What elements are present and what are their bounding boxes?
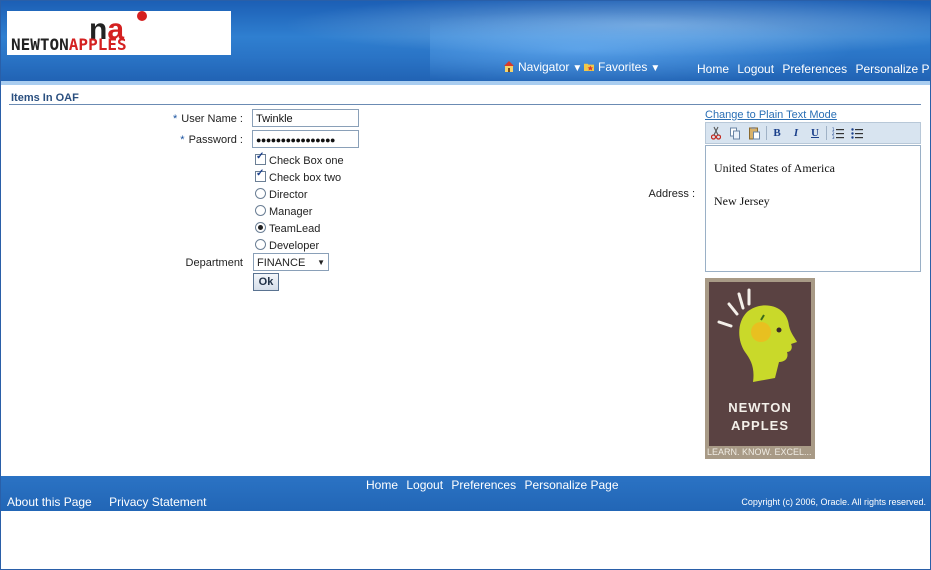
chevron-down-icon: ▼ <box>572 63 583 74</box>
promo-image-panel: NEWTON APPLES <box>709 282 811 446</box>
plain-text-mode-link[interactable]: Change to Plain Text Mode <box>705 109 837 121</box>
radio-selected-icon[interactable] <box>255 222 266 233</box>
address-line-1: United States of America <box>714 161 835 175</box>
personalize-page-link[interactable]: Personalize Page <box>855 62 930 76</box>
radio-icon[interactable] <box>255 188 266 199</box>
underline-button[interactable]: U <box>810 126 820 140</box>
checkbox-two[interactable]: Check box two <box>255 168 341 184</box>
about-this-page-link[interactable]: About this Page <box>7 495 92 509</box>
footer-preferences-link[interactable]: Preferences <box>451 478 516 492</box>
region-title: Items In OAF <box>11 92 79 104</box>
header-divider <box>1 81 930 85</box>
newton-apples-promo-image: NEWTON APPLES LEARN. KNOW. EXCEL... <box>705 278 815 459</box>
head-silhouette-icon <box>717 288 797 382</box>
radio-icon[interactable] <box>255 239 266 250</box>
ok-button[interactable]: Ok <box>253 273 279 291</box>
preferences-link[interactable]: Preferences <box>782 62 847 76</box>
radio-developer[interactable]: Developer <box>255 239 319 252</box>
global-links: Home Logout Preferences Personalize Page <box>697 62 930 76</box>
home-link[interactable]: Home <box>697 62 729 76</box>
department-select[interactable]: FINANCE ▼ <box>253 253 329 271</box>
rich-text-toolbar: B I U 123 <box>705 122 921 144</box>
svg-text:3: 3 <box>832 135 835 140</box>
required-indicator: * <box>180 134 185 146</box>
cut-icon[interactable] <box>711 126 721 140</box>
logo-wordmark: NEWTONAPPLES <box>11 35 127 54</box>
department-value: FINANCE <box>257 257 306 269</box>
brand-logo[interactable]: na NEWTONAPPLES <box>7 11 231 55</box>
promo-tagline: LEARN. KNOW. EXCEL... <box>707 447 812 457</box>
numbered-list-icon[interactable]: 123 <box>832 126 844 140</box>
footer-links: Home Logout Preferences Personalize Page <box>366 478 624 492</box>
privacy-statement-link[interactable]: Privacy Statement <box>109 495 206 509</box>
address-label: Address : <box>648 188 695 200</box>
home-navigator-icon <box>504 61 514 72</box>
region-divider <box>9 104 921 105</box>
footer-logout-link[interactable]: Logout <box>406 478 443 492</box>
chevron-down-icon: ▼ <box>317 258 325 267</box>
username-label: * User Name : <box>172 113 243 125</box>
apple-icon <box>137 11 147 21</box>
promo-title-line-1: NEWTON <box>728 400 792 415</box>
toolbar-separator <box>826 126 827 140</box>
header-banner: na NEWTONAPPLES Navigator ▼ Favorites ▼ Ho… <box>1 1 930 81</box>
paste-icon[interactable] <box>749 126 760 140</box>
italic-button[interactable]: I <box>791 126 801 140</box>
checkbox-checked-icon[interactable] <box>255 168 266 182</box>
radio-icon[interactable] <box>255 205 266 216</box>
logout-link[interactable]: Logout <box>737 62 774 76</box>
footer-personalize-page-link[interactable]: Personalize Page <box>524 478 618 492</box>
favorites-folder-icon <box>584 63 594 72</box>
chevron-down-icon: ▼ <box>650 63 661 74</box>
address-line-2: New Jersey <box>714 194 770 208</box>
required-indicator: * <box>172 113 178 125</box>
copyright-text: Copyright (c) 2006, Oracle. All rights r… <box>741 497 926 507</box>
radio-teamlead[interactable]: TeamLead <box>255 222 320 235</box>
navigator-menu[interactable]: Navigator ▼ <box>504 60 582 74</box>
page-frame: na NEWTONAPPLES Navigator ▼ Favorites ▼ Ho… <box>0 0 931 570</box>
footer-home-link[interactable]: Home <box>366 478 398 492</box>
password-input[interactable]: ●●●●●●●●●●●●●●●● <box>252 130 359 148</box>
address-rich-text-editor[interactable]: United States of America New Jersey <box>705 145 921 272</box>
department-label: Department <box>185 257 243 269</box>
password-label: * Password : <box>180 134 243 146</box>
favorites-menu[interactable]: Favorites ▼ <box>584 60 660 74</box>
toolbar-separator <box>766 126 767 140</box>
radio-director[interactable]: Director <box>255 188 308 201</box>
checkbox-checked-icon[interactable] <box>255 151 266 165</box>
navigator-label: Navigator <box>518 60 570 74</box>
bold-button[interactable]: B <box>772 126 782 140</box>
radio-manager[interactable]: Manager <box>255 205 312 218</box>
footer-left-links: About this Page Privacy Statement <box>7 495 220 509</box>
copy-icon[interactable] <box>730 126 740 140</box>
footer-bar: Home Logout Preferences Personalize Page… <box>1 476 930 511</box>
checkbox-one[interactable]: Check Box one <box>255 151 344 167</box>
username-input[interactable]: Twinkle <box>252 109 359 127</box>
promo-title-line-2: APPLES <box>730 418 789 433</box>
favorites-label: Favorites <box>598 60 648 74</box>
bullet-list-icon[interactable] <box>851 126 863 140</box>
